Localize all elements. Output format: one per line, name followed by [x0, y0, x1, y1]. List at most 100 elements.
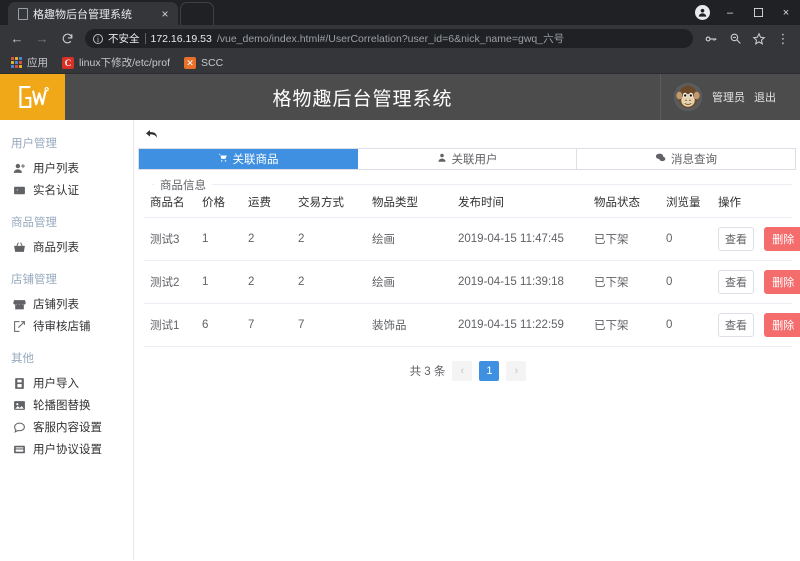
reload-icon[interactable] [56, 28, 78, 50]
tab-label: 关联商品 [232, 154, 279, 166]
bookmark-apps[interactable]: 应用 [6, 54, 53, 71]
bookmark-linux-profile[interactable]: C linux下修改/etc/prof [57, 54, 175, 71]
cell-type: 绘画 [372, 260, 458, 304]
cell-type: 绘画 [372, 217, 458, 261]
star-icon[interactable] [748, 28, 770, 50]
x-icon: ✕ [184, 56, 197, 69]
maximize-button[interactable] [744, 0, 772, 25]
cell-views: 0 [666, 260, 718, 304]
bookmark-label: 应用 [27, 57, 48, 69]
header-user-area: 管理员 退出 [660, 74, 800, 120]
cell-name: 测试1 [144, 303, 202, 347]
view-button[interactable]: 查看 [718, 313, 754, 337]
delete-button[interactable]: 删除 [764, 227, 800, 251]
table-row[interactable]: 测试2 1 2 2 绘画 2019-04-15 11:39:18 已下架 0 查… [144, 260, 800, 304]
cell-published: 2019-04-15 11:47:45 [458, 217, 594, 261]
cell-status: 已下架 [594, 303, 666, 347]
bookmark-scc[interactable]: ✕ SCC [179, 56, 228, 70]
sidebar-item-user-import[interactable]: 用户导入 [0, 372, 133, 394]
sidebar-item-realname-auth[interactable]: 实名认证 [0, 179, 133, 201]
cell-published: 2019-04-15 11:39:18 [458, 260, 594, 304]
sidebar-item-label: 待审核店铺 [33, 321, 91, 333]
delete-button[interactable]: 删除 [764, 313, 800, 337]
application: 格物趣后台管理系统 管理员 退出 用户管理 用户列表 实名认证 商品管理 商品列… [0, 74, 800, 561]
column-header-type: 物品类型 [372, 185, 458, 218]
address-bar[interactable]: i 不安全 172.16.19.53 /vue_demo/index.html#… [85, 29, 693, 48]
app-header: 格物趣后台管理系统 管理员 退出 [0, 74, 800, 120]
key-icon[interactable] [700, 28, 722, 50]
pagination-next-button[interactable]: › [506, 361, 527, 381]
sidebar-item-user-agreement[interactable]: 用户协议设置 [0, 438, 133, 460]
gw-logo-icon [18, 86, 49, 108]
zoom-out-icon[interactable] [724, 28, 746, 50]
delete-button[interactable]: 删除 [764, 270, 800, 294]
sidebar-item-pending-shop[interactable]: 待审核店铺 [0, 315, 133, 337]
table-row[interactable]: 测试3 1 2 2 绘画 2019-04-15 11:47:45 已下架 0 查… [144, 217, 800, 261]
sidebar-item-label: 店铺列表 [33, 299, 79, 311]
toolbar-actions: ⋮ [700, 28, 794, 50]
info-icon: i [93, 33, 103, 44]
monkey-avatar[interactable] [673, 82, 703, 112]
sidebar-item-shop-list[interactable]: 店铺列表 [0, 293, 133, 315]
table-head: 商品名 价格 运费 交易方式 物品类型 发布时间 物品状态 浏览量 操作 [144, 185, 792, 218]
id-card-icon [13, 184, 26, 197]
cell-name: 测试2 [144, 260, 202, 304]
bookmark-label: SCC [201, 56, 224, 69]
tab-related-goods[interactable]: 关联商品 [139, 149, 358, 169]
minimize-button[interactable]: – [716, 0, 744, 25]
pagination-prev-button[interactable]: ‹ [452, 361, 473, 381]
sidebar-item-goods-list[interactable]: 商品列表 [0, 236, 133, 258]
shop-icon [13, 298, 26, 311]
view-button[interactable]: 查看 [718, 227, 754, 251]
view-button[interactable]: 查看 [718, 270, 754, 294]
sidebar: 用户管理 用户列表 实名认证 商品管理 商品列表 店铺管理 店铺列表 待审核店铺… [0, 120, 134, 560]
goods-info-panel: 商品信息 商品名 价格 运费 交易方式 物品类型 发布时间 物品状态 浏览量 操… [144, 177, 800, 381]
sidebar-item-user-list[interactable]: 用户列表 [0, 157, 133, 179]
c-icon: C [62, 56, 74, 69]
new-tab-button[interactable] [180, 2, 214, 25]
table-row[interactable]: 测试1 6 7 7 装饰品 2019-04-15 11:22:59 已下架 0 … [144, 303, 800, 347]
divider [144, 33, 146, 44]
app-logo[interactable] [0, 74, 65, 120]
edit-square-icon [13, 320, 26, 333]
sidebar-item-label: 用户导入 [33, 378, 79, 390]
app-body: 用户管理 用户列表 实名认证 商品管理 商品列表 店铺管理 店铺列表 待审核店铺… [0, 120, 800, 560]
tab-label: 关联用户 [451, 154, 498, 166]
browser-tab[interactable]: 格趣物后台管理系统 × [8, 2, 178, 25]
back-arrow-icon[interactable] [144, 126, 160, 142]
pagination-page-1[interactable]: 1 [479, 361, 500, 381]
back-icon[interactable]: ← [6, 28, 28, 50]
image-icon [13, 399, 26, 412]
main-content: 关联商品 关联用户 消息查询 商品信息 商品名 价格 运费 交易方式 物品类型 … [134, 120, 800, 560]
profile-icon[interactable] [688, 0, 716, 25]
cell-shipping: 2 [248, 260, 298, 304]
apps-grid-icon [11, 57, 22, 68]
cell-views: 0 [666, 303, 718, 347]
browser-menu-icon[interactable]: ⋮ [772, 28, 794, 50]
sidebar-item-label: 用户协议设置 [33, 444, 102, 456]
sidebar-item-carousel-replace[interactable]: 轮播图替换 [0, 394, 133, 416]
forward-icon[interactable]: → [31, 28, 53, 50]
window-close-button[interactable]: × [772, 0, 800, 25]
sidebar-item-label: 商品列表 [33, 242, 79, 254]
browser-chrome: 格趣物后台管理系统 × – × ← → i 不安全 172.16.19.53 /… [0, 0, 800, 74]
sidebar-group-title-user: 用户管理 [11, 138, 57, 150]
cell-operations: 查看 删除 [718, 217, 800, 261]
close-icon[interactable]: × [158, 7, 172, 21]
cell-operations: 查看 删除 [718, 303, 800, 347]
page-icon [17, 8, 28, 20]
tab-label: 消息查询 [671, 154, 717, 166]
browser-tab-title: 格趣物后台管理系统 [33, 8, 132, 21]
sidebar-item-service-content[interactable]: 客服内容设置 [0, 416, 133, 438]
bookmarks-bar: 应用 C linux下修改/etc/prof ✕ SCC [0, 52, 800, 74]
logout-link[interactable]: 退出 [754, 89, 776, 105]
tab-related-users[interactable]: 关联用户 [358, 149, 577, 169]
tab-message-query[interactable]: 消息查询 [577, 149, 795, 169]
cell-shipping: 7 [248, 303, 298, 347]
cell-trade: 2 [298, 217, 372, 261]
basket-icon [13, 241, 26, 254]
column-header-views: 浏览量 [666, 185, 718, 218]
cell-price: 6 [202, 303, 248, 347]
